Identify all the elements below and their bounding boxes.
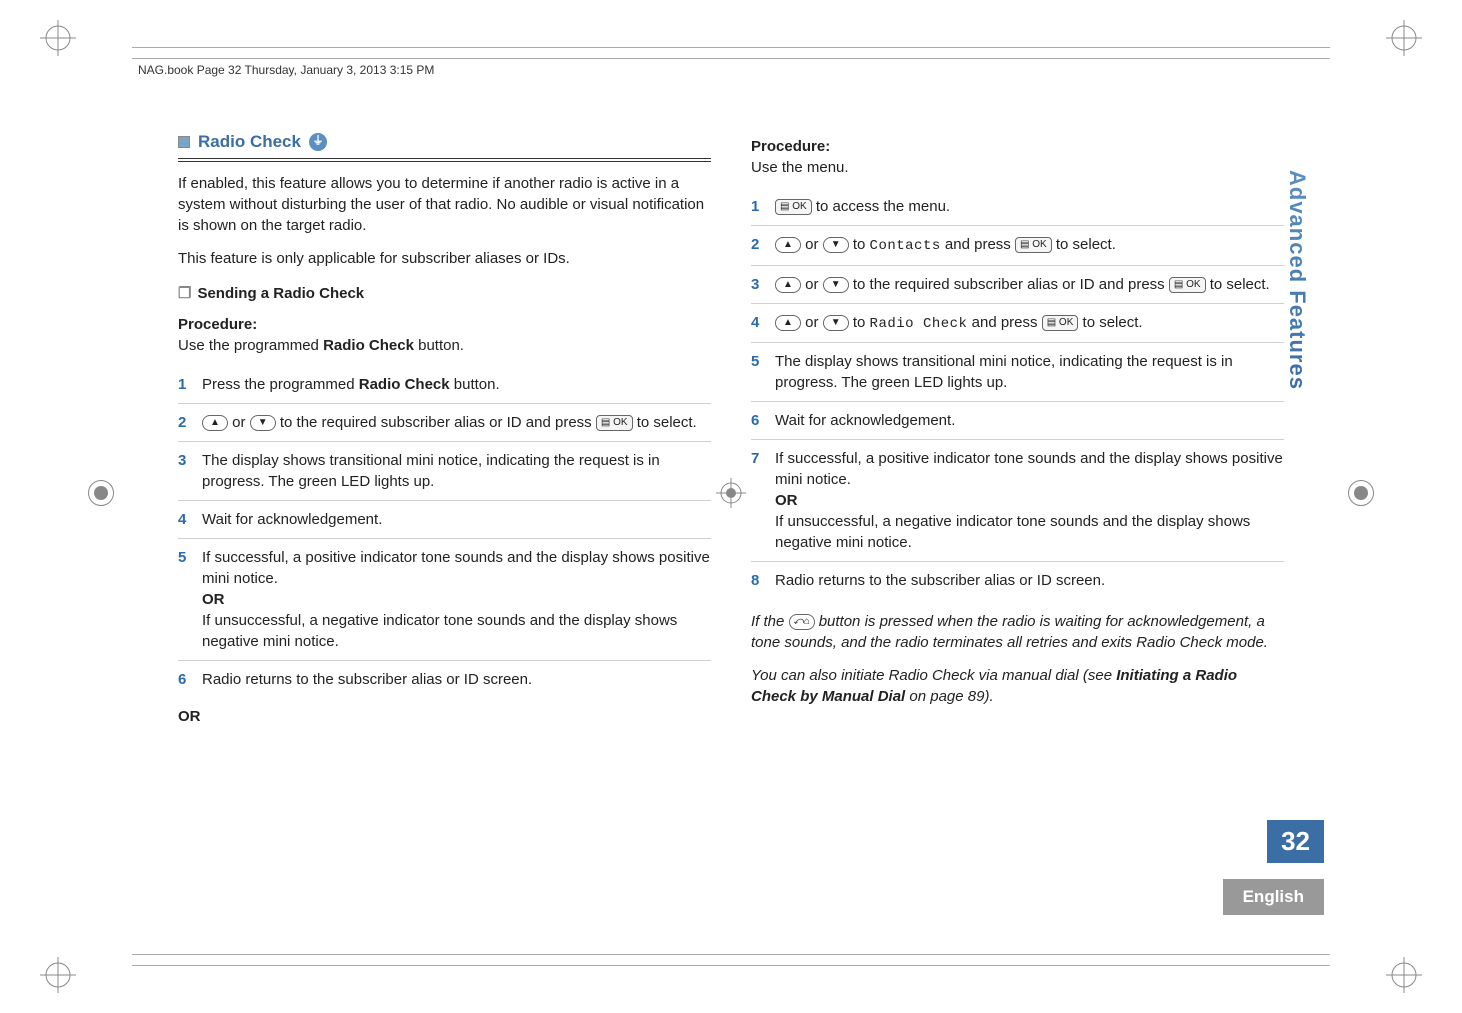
list-item: 6 Radio returns to the subscriber alias o… <box>178 660 711 698</box>
steps-list: 1 ▤ OK to access the menu. 2 ▲ or ▼ to Con… <box>751 188 1284 599</box>
up-key-icon: ▲ <box>775 277 801 293</box>
step-text: ▲ or ▼ to Radio Check and press ▤ OK to … <box>775 312 1284 335</box>
down-key-icon: ▼ <box>823 277 849 293</box>
step-text: ▲ or ▼ to the required subscriber alias … <box>775 274 1284 295</box>
ok-key-icon: ▤ OK <box>1169 277 1206 293</box>
step-text: If successful, a positive indicator tone… <box>775 448 1284 553</box>
side-tab-label: Advanced Features <box>1284 170 1310 390</box>
list-item: 8 Radio returns to the subscriber alias o… <box>751 561 1284 599</box>
crop-mark-icon <box>40 20 76 56</box>
list-item: 7If successful, a positive indicator ton… <box>751 439 1284 561</box>
ok-key-icon: ▤ OK <box>1042 315 1079 331</box>
list-item: 5If successful, a positive indicator ton… <box>178 538 711 660</box>
list-item: 4 Wait for acknowledgement. <box>178 500 711 538</box>
body-paragraph: This feature is only applicable for subs… <box>178 248 711 269</box>
right-column: Procedure: Use the menu. 1 ▤ OK to access… <box>751 130 1284 883</box>
step-number: 4 <box>178 509 192 530</box>
registration-mark-icon <box>88 480 114 506</box>
section-marker-icon <box>178 136 190 148</box>
down-key-icon: ▼ <box>823 237 849 253</box>
step-text: The display shows transitional mini noti… <box>202 450 711 492</box>
list-item: 5The display shows transitional mini not… <box>751 342 1284 401</box>
antenna-icon: ⏚ <box>309 133 327 151</box>
step-number: 1 <box>178 374 192 395</box>
step-number: 8 <box>751 570 765 591</box>
language-label: English <box>1223 879 1324 915</box>
step-number: 7 <box>751 448 765 553</box>
page-number: 32 <box>1267 820 1324 863</box>
section-title-text: Radio Check <box>198 130 301 154</box>
step-text: ▤ OK to access the menu. <box>775 196 1284 217</box>
step-number: 3 <box>751 274 765 295</box>
step-number: 5 <box>751 351 765 393</box>
down-key-icon: ▼ <box>250 415 276 431</box>
list-item: 1 ▤ OK to access the menu. <box>751 188 1284 225</box>
step-text: Radio returns to the subscriber alias or… <box>202 669 711 690</box>
list-item: 6 Wait for acknowledgement. <box>751 401 1284 439</box>
section-rule <box>178 158 711 161</box>
body-paragraph: If enabled, this feature allows you to d… <box>178 173 711 236</box>
list-item: 3 ▲ or ▼ to the required subscriber alias… <box>751 265 1284 303</box>
step-number: 2 <box>178 412 192 433</box>
step-number: 2 <box>751 234 765 257</box>
step-text: Radio returns to the subscriber alias or… <box>775 570 1284 591</box>
header-text: NAG.book Page 32 Thursday, January 3, 20… <box>138 63 434 77</box>
or-divider: OR <box>178 706 711 727</box>
footer-rule <box>132 954 1330 966</box>
note-paragraph: You can also initiate Radio Check via ma… <box>751 665 1284 707</box>
up-key-icon: ▲ <box>202 415 228 431</box>
step-number: 5 <box>178 547 192 652</box>
subsection-title: ❐ Sending a Radio Check <box>178 283 711 304</box>
step-number: 6 <box>751 410 765 431</box>
list-item: 3The display shows transitional mini not… <box>178 441 711 500</box>
header-rule <box>132 47 1330 59</box>
step-text: Press the programmed Radio Check button. <box>202 374 711 395</box>
step-text: ▲ or ▼ to Contacts and press ▤ OK to sel… <box>775 234 1284 257</box>
document-icon: ❐ <box>178 283 191 304</box>
back-key-icon: ⤺⌂ <box>789 614 815 630</box>
list-item: 4 ▲ or ▼ to Radio Check and press ▤ OK to… <box>751 303 1284 343</box>
up-key-icon: ▲ <box>775 237 801 253</box>
procedure-subtext: Use the programmed Radio Check button. <box>178 335 711 356</box>
note-paragraph: If the ⤺⌂ button is pressed when the rad… <box>751 611 1284 653</box>
ok-key-icon: ▤ OK <box>775 199 812 215</box>
step-text: Wait for acknowledgement. <box>775 410 1284 431</box>
step-number: 4 <box>751 312 765 335</box>
step-number: 1 <box>751 196 765 217</box>
up-key-icon: ▲ <box>775 315 801 331</box>
subsection-title-text: Sending a Radio Check <box>197 283 364 304</box>
procedure-label: Procedure: <box>178 314 711 335</box>
procedure-label: Procedure: <box>751 136 1284 157</box>
procedure-subtext: Use the menu. <box>751 157 1284 178</box>
step-text: Wait for acknowledgement. <box>202 509 711 530</box>
crop-mark-icon <box>40 957 76 993</box>
crop-mark-icon <box>1386 20 1422 56</box>
step-text: ▲ or ▼ to the required subscriber alias … <box>202 412 711 433</box>
ok-key-icon: ▤ OK <box>596 415 633 431</box>
step-text: The display shows transitional mini noti… <box>775 351 1284 393</box>
step-number: 3 <box>178 450 192 492</box>
registration-mark-icon <box>1348 480 1374 506</box>
left-column: Radio Check ⏚ If enabled, this feature a… <box>178 130 711 883</box>
step-number: 6 <box>178 669 192 690</box>
ok-key-icon: ▤ OK <box>1015 237 1052 253</box>
crop-mark-icon <box>1386 957 1422 993</box>
down-key-icon: ▼ <box>823 315 849 331</box>
step-text: If successful, a positive indicator tone… <box>202 547 711 652</box>
list-item: 1 Press the programmed Radio Check button… <box>178 366 711 403</box>
list-item: 2 ▲ or ▼ to Contacts and press ▤ OK to se… <box>751 225 1284 265</box>
steps-list: 1 Press the programmed Radio Check button… <box>178 366 711 698</box>
list-item: 2 ▲ or ▼ to the required subscriber alias… <box>178 403 711 441</box>
section-title: Radio Check ⏚ <box>178 130 711 154</box>
